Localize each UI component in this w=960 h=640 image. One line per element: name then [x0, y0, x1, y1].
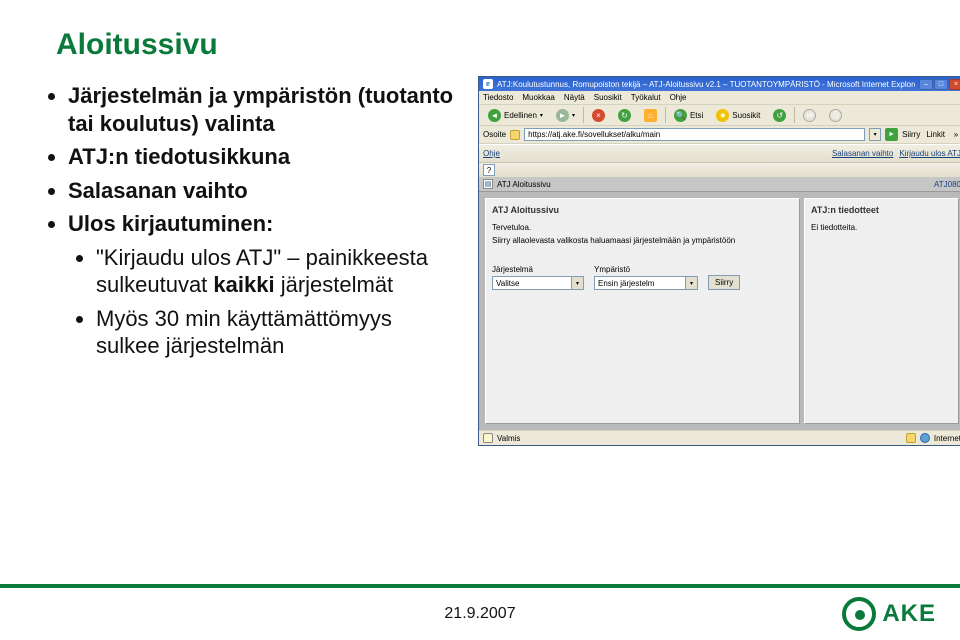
close-button[interactable]: ×	[949, 79, 960, 90]
forward-button[interactable]: ► ▾	[551, 106, 580, 125]
help-icon[interactable]: ?	[483, 164, 495, 176]
kirjaudu-ulos-link[interactable]: Kirjaudu ulos ATJ	[899, 149, 960, 158]
history-button[interactable]: ↺	[768, 106, 791, 125]
menu-bar: Tiedosto Muokkaa Näytä Suosikit Työkalut…	[479, 91, 960, 104]
jarjestelma-select[interactable]: Valitse ▾	[492, 276, 584, 290]
bullet-item: Järjestelmän ja ympäristön (tuotanto tai…	[68, 82, 460, 137]
footer-date: 21.9.2007	[444, 605, 515, 623]
mail-icon: ✉	[803, 109, 816, 122]
links-label[interactable]: Linkit	[924, 130, 947, 139]
menu-item[interactable]: Muokkaa	[522, 93, 554, 102]
bullet-item: Salasanan vaihto	[68, 177, 460, 205]
brand-text: AKE	[882, 600, 936, 628]
links-chevron-icon[interactable]: »	[951, 130, 960, 139]
home-button[interactable]: ⌂	[639, 106, 662, 125]
window-title: ATJ:Koulutustunnus, Romupoiston tekijä –…	[497, 80, 915, 89]
browser-toolbar: ◄ Edellinen ▾ ► ▾ × ↻ ⌂ 🔍 Etsi	[479, 104, 960, 126]
ohje-link[interactable]: Ohje	[483, 149, 500, 158]
home-icon: ⌂	[644, 109, 657, 122]
status-bar: Valmis Internet	[479, 430, 960, 445]
bullet-sub-item: Myös 30 min käyttämättömyys sulkee järje…	[96, 305, 460, 360]
instruction-text: Siirry allaolevasta valikosta haluamaasi…	[492, 236, 793, 245]
maximize-button[interactable]: □	[934, 79, 948, 90]
breadcrumb-bar: ▤ ATJ Aloitussivu ATJ080	[479, 177, 960, 192]
zone-text: Internet	[934, 434, 960, 443]
favorites-label: Suosikit	[732, 111, 760, 120]
bullet-sub-item: "Kirjaudu ulos ATJ" – painikkeesta sulke…	[96, 244, 460, 299]
status-icon	[483, 433, 493, 443]
breadcrumb: ATJ Aloitussivu	[497, 180, 551, 189]
chevron-down-icon: ▾	[572, 112, 575, 119]
panel-title: ATJ:n tiedotteet	[811, 205, 952, 215]
bullet-item: ATJ:n tiedotusikkuna	[68, 143, 460, 171]
panel-title: ATJ Aloitussivu	[492, 205, 793, 215]
chevron-down-icon: ▾	[571, 277, 583, 289]
page-title: Aloitussivu	[56, 28, 920, 62]
back-icon: ◄	[488, 109, 501, 122]
address-bar: Osoite https://atj.ake.fi/sovellukset/al…	[479, 126, 960, 144]
menu-item[interactable]: Ohje	[670, 93, 687, 102]
address-dropdown[interactable]: ▾	[869, 128, 881, 141]
toolbar-separator	[665, 107, 666, 123]
ie-window: e ATJ:Koulutustunnus, Romupoiston tekijä…	[478, 76, 960, 446]
menu-item[interactable]: Työkalut	[631, 93, 661, 102]
ymparisto-select[interactable]: Ensin järjestelm ▾	[594, 276, 698, 290]
address-input[interactable]: https://atj.ake.fi/sovellukset/alku/main	[524, 128, 865, 141]
print-button[interactable]: ⎙	[824, 106, 847, 125]
go-label: Siirry	[902, 130, 920, 139]
screen-code: ATJ080	[934, 180, 960, 189]
siirry-button[interactable]: Siirry	[708, 275, 740, 290]
menu-item[interactable]: Näytä	[564, 93, 585, 102]
toolbar-separator	[794, 107, 795, 123]
refresh-icon: ↻	[618, 109, 631, 122]
window-titlebar: e ATJ:Koulutustunnus, Romupoiston tekijä…	[479, 77, 960, 91]
tiedotteet-panel: ATJ:n tiedotteet Ei tiedotteita.	[804, 198, 959, 424]
favorites-button[interactable]: ★ Suosikit	[711, 106, 765, 125]
bullet-item: Ulos kirjautuminen: "Kirjaudu ulos ATJ" …	[68, 210, 460, 360]
lock-icon	[510, 130, 520, 140]
address-label: Osoite	[483, 130, 506, 139]
globe-icon	[920, 433, 930, 443]
select-value: Valitse	[496, 279, 519, 288]
toolbar-separator	[583, 107, 584, 123]
ymparisto-label: Ympäristö	[594, 265, 698, 274]
lock-icon	[906, 433, 916, 443]
search-button[interactable]: 🔍 Etsi	[669, 106, 708, 125]
back-button[interactable]: ◄ Edellinen ▾	[483, 106, 548, 125]
chevron-down-icon: ▾	[540, 112, 543, 119]
minimize-button[interactable]: –	[919, 79, 933, 90]
search-icon: 🔍	[674, 109, 687, 122]
history-icon: ↺	[773, 109, 786, 122]
main-panel: ATJ Aloitussivu Tervetuloa. Siirry allao…	[485, 198, 800, 424]
menu-item[interactable]: Suosikit	[594, 93, 622, 102]
salasanan-vaihto-link[interactable]: Salasanan vaihto	[832, 149, 893, 158]
refresh-button[interactable]: ↻	[613, 106, 636, 125]
bullet-list: Järjestelmän ja ympäristön (tuotanto tai…	[40, 76, 460, 446]
status-text: Valmis	[497, 434, 520, 443]
mail-button[interactable]: ✉	[798, 106, 821, 125]
star-icon: ★	[716, 109, 729, 122]
forward-icon: ►	[556, 109, 569, 122]
select-value: Ensin järjestelm	[598, 279, 654, 288]
go-button[interactable]: ►	[885, 128, 898, 141]
print-icon: ⎙	[829, 109, 842, 122]
siirry-label: Siirry	[715, 278, 733, 287]
breadcrumb-icon: ▤	[483, 179, 493, 189]
address-value: https://atj.ake.fi/sovellukset/alku/main	[528, 130, 660, 139]
welcome-text: Tervetuloa.	[492, 223, 793, 232]
brand-logo: AKE	[842, 597, 936, 631]
embedded-screenshot: e ATJ:Koulutustunnus, Romupoiston tekijä…	[478, 76, 960, 446]
chevron-down-icon: ▾	[685, 277, 697, 289]
ie-logo-icon: e	[483, 79, 493, 89]
no-news-text: Ei tiedotteita.	[811, 223, 952, 232]
app-top-bar: Ohje Salasanan vaihto Kirjaudu ulos ATJ	[479, 145, 960, 163]
stop-button[interactable]: ×	[587, 106, 610, 125]
jarjestelma-label: Järjestelmä	[492, 265, 584, 274]
brand-ring-icon	[842, 597, 876, 631]
menu-item[interactable]: Tiedosto	[483, 93, 513, 102]
slide-footer: 21.9.2007 AKE	[0, 584, 960, 640]
stop-icon: ×	[592, 109, 605, 122]
search-label: Etsi	[690, 111, 703, 120]
back-label: Edellinen	[504, 111, 537, 120]
